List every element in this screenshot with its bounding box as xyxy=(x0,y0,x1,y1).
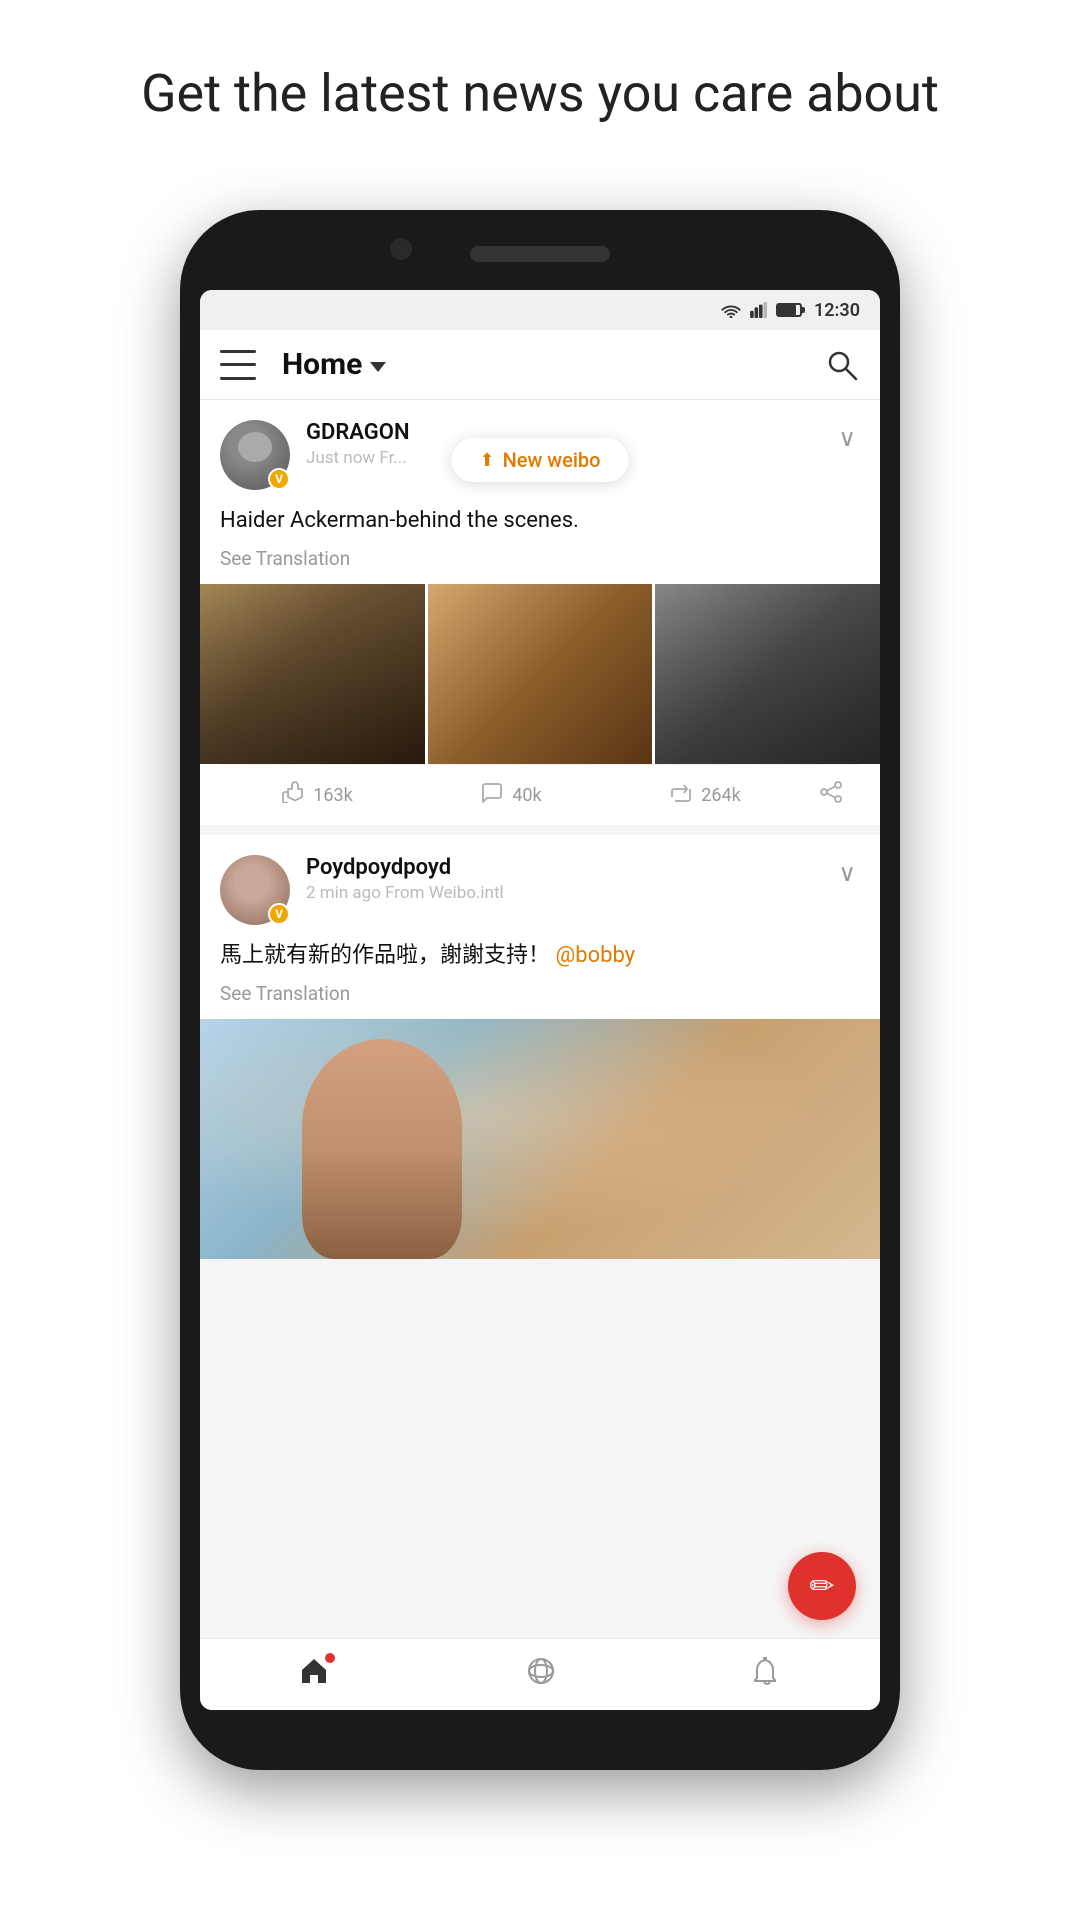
battery-icon xyxy=(776,303,802,317)
verified-badge: V xyxy=(268,468,290,490)
post-username: Poydpoydpoyd xyxy=(306,855,834,880)
post-image-3[interactable] xyxy=(655,584,880,764)
new-weibo-label: New weibo xyxy=(503,448,601,472)
comment-count: 40k xyxy=(512,785,541,806)
post-header: V Poydpoydpoyd 2 min ago From Weibo.intl… xyxy=(220,855,860,925)
phone-speaker xyxy=(470,246,610,262)
menu-line-2 xyxy=(220,363,256,366)
post-mention[interactable]: @bobby xyxy=(555,943,635,968)
search-icon xyxy=(824,347,860,383)
nav-home[interactable] xyxy=(279,1649,349,1700)
home-icon xyxy=(299,1657,329,1692)
expand-button[interactable]: ∨ xyxy=(834,420,860,456)
post-card: V Poydpoydpoyd 2 min ago From Weibo.intl… xyxy=(200,835,880,1259)
comment-button[interactable]: 40k xyxy=(414,781,608,809)
feed: V GDRAGON Just now Fr... ∨ Haider Ackerm… xyxy=(200,400,880,1638)
share-button[interactable] xyxy=(802,781,860,809)
verified-badge: V xyxy=(268,903,290,925)
post-image[interactable] xyxy=(200,1019,880,1259)
phone-screen: 12:30 Home ⬆ New weibo xyxy=(200,290,880,1710)
phone-shell: 12:30 Home ⬆ New weibo xyxy=(180,210,900,1770)
search-button[interactable] xyxy=(824,347,860,383)
header-title[interactable]: Home xyxy=(282,347,386,382)
status-time: 12:30 xyxy=(814,300,860,321)
status-icons: 12:30 xyxy=(720,300,860,321)
signal-icon xyxy=(750,302,768,318)
bottom-nav xyxy=(200,1638,880,1710)
nav-discover[interactable] xyxy=(506,1648,576,1701)
post-image-grid xyxy=(200,584,880,764)
menu-line-3 xyxy=(220,377,256,380)
header-title-text: Home xyxy=(282,347,362,382)
post-image-face xyxy=(302,1039,462,1259)
new-weibo-pill[interactable]: ⬆ New weibo xyxy=(451,438,628,482)
comment-icon xyxy=(480,781,504,809)
see-translation-button[interactable]: See Translation xyxy=(220,982,860,1005)
menu-line-1 xyxy=(220,350,256,353)
post-content: 馬上就有新的作品啦，謝謝支持！ @bobby xyxy=(220,939,860,972)
new-weibo-arrow-icon: ⬆ xyxy=(479,450,494,471)
post-image-2[interactable] xyxy=(428,584,653,764)
expand-button[interactable]: ∨ xyxy=(834,855,860,891)
post-actions: 163k 40k xyxy=(220,764,860,825)
wifi-icon xyxy=(720,302,742,318)
app-header: Home xyxy=(200,330,880,400)
discover-icon xyxy=(526,1656,556,1693)
bell-icon xyxy=(753,1656,781,1693)
notification-dot xyxy=(325,1653,335,1663)
repost-count: 264k xyxy=(701,785,740,806)
like-count: 163k xyxy=(313,785,352,806)
repost-icon xyxy=(669,781,693,809)
page-headline: Get the latest news you care about xyxy=(0,0,1080,168)
status-bar: 12:30 xyxy=(200,290,880,330)
like-button[interactable]: 163k xyxy=(220,781,414,809)
phone-camera xyxy=(390,238,412,260)
nav-notifications[interactable] xyxy=(733,1648,801,1701)
post-time: 2 min ago From Weibo.intl xyxy=(306,883,834,903)
post-content: Haider Ackerman-behind the scenes. xyxy=(220,504,860,537)
like-icon xyxy=(281,781,305,809)
post-image-1[interactable] xyxy=(200,584,425,764)
menu-button[interactable] xyxy=(220,350,256,380)
see-translation-button[interactable]: See Translation xyxy=(220,547,860,570)
post-meta: Poydpoydpoyd 2 min ago From Weibo.intl xyxy=(306,855,834,903)
avatar-wrap: V xyxy=(220,855,290,925)
compose-icon: ✏ xyxy=(809,1569,834,1604)
repost-button[interactable]: 264k xyxy=(608,781,802,809)
avatar-wrap: V xyxy=(220,420,290,490)
chevron-down-icon xyxy=(370,362,386,372)
compose-fab[interactable]: ✏ xyxy=(788,1552,856,1620)
